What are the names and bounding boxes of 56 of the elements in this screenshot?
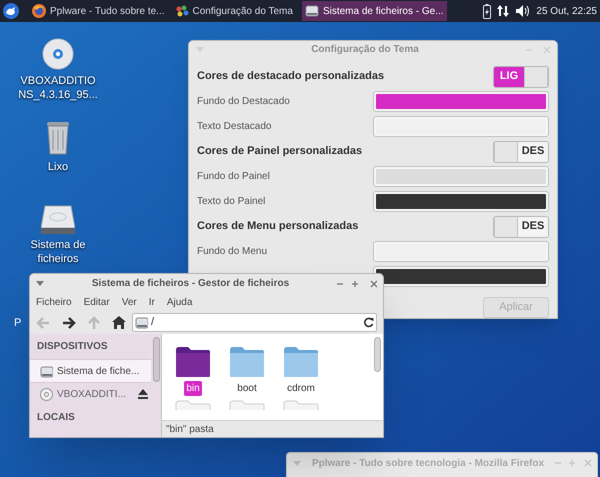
app-menu-icon[interactable] <box>3 3 19 19</box>
hard-drive-icon <box>40 364 53 378</box>
sidebar-heading: DISPOSITIVOS <box>36 340 109 354</box>
volume-icon[interactable] <box>515 4 532 18</box>
sidebar-item[interactable]: VBOXADDITI... <box>30 382 151 405</box>
eject-icon[interactable] <box>138 389 148 399</box>
section-heading: Cores de destacado personalizadas <box>197 69 384 84</box>
setting-label: Fundo do Destacado <box>197 95 290 109</box>
fox-globe-icon <box>32 4 46 18</box>
disc-icon <box>40 388 53 400</box>
window-title: Configuração do Tema <box>310 43 420 57</box>
toggle-switch[interactable]: DES <box>493 140 549 162</box>
menu-item[interactable]: Ficheiro <box>36 294 72 310</box>
disc-icon[interactable] <box>42 38 74 70</box>
reload-icon[interactable] <box>363 317 374 328</box>
clock-text[interactable]: 25 Out, 22:25 <box>536 4 597 18</box>
path-field[interactable]: / <box>132 313 377 332</box>
menu-item[interactable]: Ir <box>148 294 155 310</box>
file-name[interactable]: bin <box>184 381 202 396</box>
desktop-icon-label[interactable]: Sistema de ficheiros <box>30 238 86 266</box>
color-palette-icon <box>174 4 189 18</box>
window-menu-icon[interactable] <box>36 281 44 286</box>
menu-item[interactable]: Ajuda <box>166 294 192 310</box>
toggle-switch[interactable]: LIG <box>493 66 549 88</box>
setting-label: Texto do Painel <box>197 195 266 209</box>
sidebar-item[interactable]: Sistema de fiche... <box>30 359 151 382</box>
window-controls-icon[interactable] <box>337 280 377 288</box>
desktop-icon-label[interactable]: P <box>14 316 22 330</box>
home-icon[interactable] <box>112 316 126 329</box>
taskbar-button[interactable]: Pplware - Tudo sobre te... <box>29 1 168 21</box>
section-heading: Cores de Menu personalizadas <box>197 219 358 234</box>
folder-icon[interactable] <box>175 346 211 377</box>
file-name[interactable]: boot <box>235 381 259 396</box>
hard-drive-icon <box>304 4 319 18</box>
window-title: Pplware - Tudo sobre tecnologia - Mozilla Firefox <box>310 456 546 470</box>
sidebar-heading: LOCAIS <box>36 411 76 425</box>
desktop-icon-label[interactable]: VBOXADDITIO NS_4.3.16_95... <box>18 74 98 102</box>
taskbar-button[interactable]: Configuração do Tema <box>172 1 296 21</box>
window-title: Sistema de ficheiros - Gestor de ficheiros <box>90 277 290 291</box>
desktop-icon-label[interactable]: Lixo <box>48 160 68 174</box>
menu-item[interactable]: Ver <box>122 294 137 310</box>
setting-label: Fundo do Menu <box>197 245 268 259</box>
section-heading: Cores de Painel personalizadas <box>197 144 362 160</box>
scrollbar-thumb[interactable] <box>374 337 381 372</box>
setting-label: Texto Destacado <box>197 120 272 134</box>
taskbar-button[interactable]: Sistema de ficheiros - Ge... <box>302 1 447 21</box>
forward-arrow-icon[interactable] <box>62 316 76 328</box>
status-text: "bin" pasta <box>166 422 214 436</box>
scrollbar-thumb[interactable] <box>153 337 160 382</box>
setting-label: Fundo do Painel <box>197 170 270 184</box>
file-name[interactable]: cdrom <box>285 381 317 396</box>
hard-drive-icon <box>135 316 148 329</box>
menu-item[interactable]: Editar <box>84 294 110 310</box>
toggle-switch[interactable]: DES <box>493 216 549 238</box>
network-arrows-icon[interactable] <box>496 4 510 18</box>
battery-icon[interactable] <box>483 4 492 18</box>
